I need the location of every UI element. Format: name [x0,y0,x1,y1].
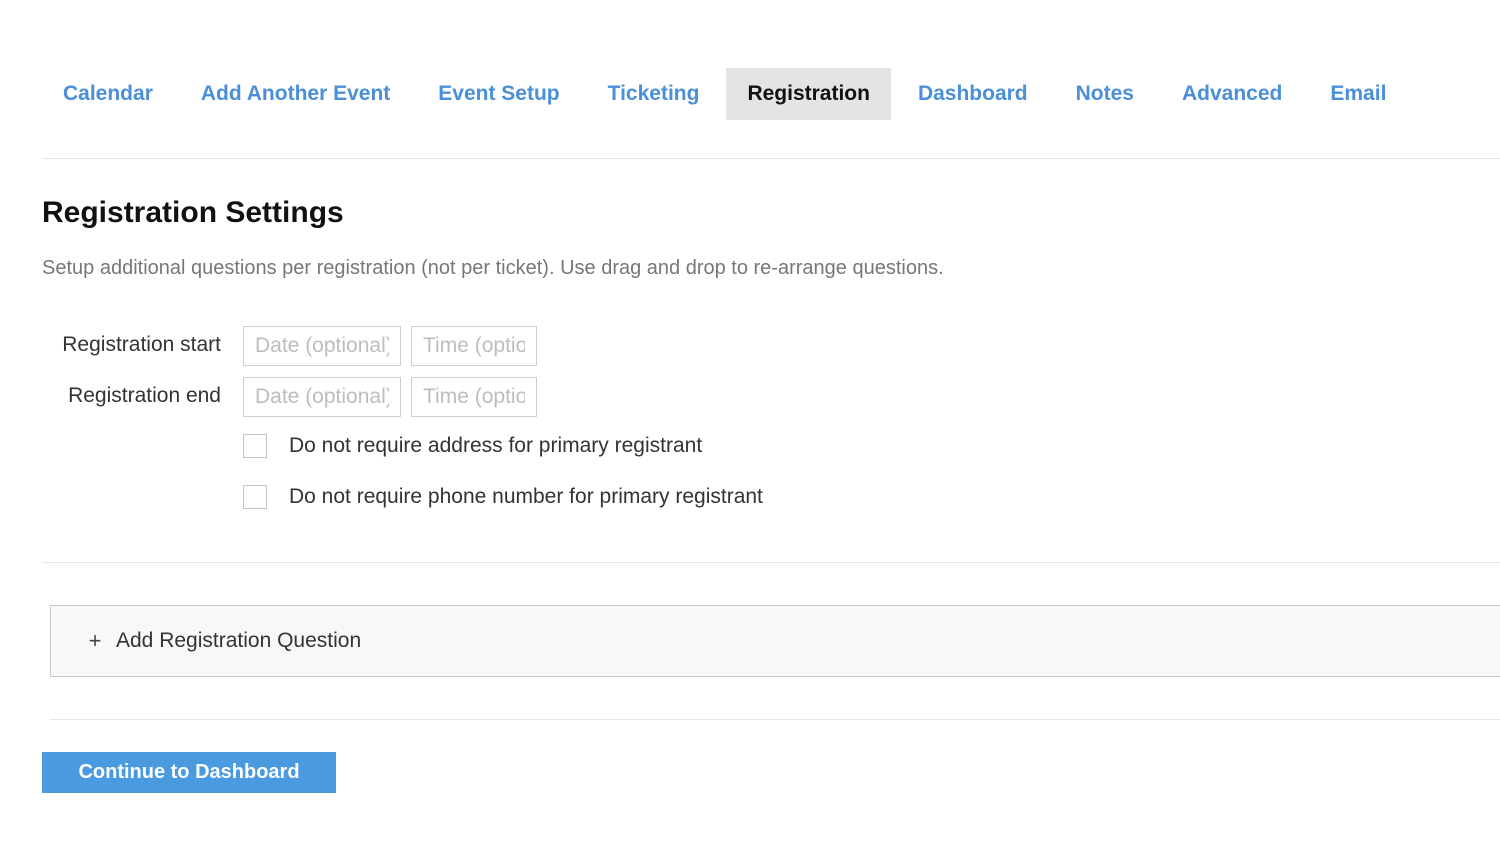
registration-start-date-input[interactable] [243,326,401,366]
page-description: Setup additional questions per registrat… [42,257,944,279]
registration-end-date-input[interactable] [243,377,401,417]
tab-calendar[interactable]: Calendar [42,68,174,120]
registration-page: Calendar Add Another Event Event Setup T… [0,0,1500,855]
tabs-divider [42,158,1500,159]
page-title: Registration Settings [42,196,344,229]
tab-event-setup[interactable]: Event Setup [417,68,580,120]
no-phone-label: Do not require phone number for primary … [289,485,763,508]
questions-divider [50,719,1500,720]
add-registration-question-label: Add Registration Question [116,629,362,652]
tab-notes[interactable]: Notes [1055,68,1155,120]
no-address-checkbox[interactable] [243,434,267,458]
plus-icon: + [88,628,102,653]
tab-ticketing[interactable]: Ticketing [587,68,721,120]
registration-start-label: Registration start [62,333,221,356]
registration-end-time-input[interactable] [411,377,537,417]
settings-divider [42,562,1500,563]
no-address-label: Do not require address for primary regis… [289,434,703,457]
registration-end-label: Registration end [68,384,221,407]
no-phone-option[interactable]: Do not require phone number for primary … [243,485,763,509]
no-phone-checkbox[interactable] [243,485,267,509]
tab-email[interactable]: Email [1309,68,1407,120]
tab-advanced[interactable]: Advanced [1161,68,1303,120]
tab-registration[interactable]: Registration [726,68,891,120]
tab-add-another-event[interactable]: Add Another Event [180,68,411,120]
tab-dashboard[interactable]: Dashboard [897,68,1049,120]
add-registration-question-button[interactable]: + Add Registration Question [50,605,1500,677]
event-tabs: Calendar Add Another Event Event Setup T… [42,68,1500,120]
continue-to-dashboard-button[interactable]: Continue to Dashboard [42,752,336,793]
no-address-option[interactable]: Do not require address for primary regis… [243,434,702,458]
registration-start-time-input[interactable] [411,326,537,366]
